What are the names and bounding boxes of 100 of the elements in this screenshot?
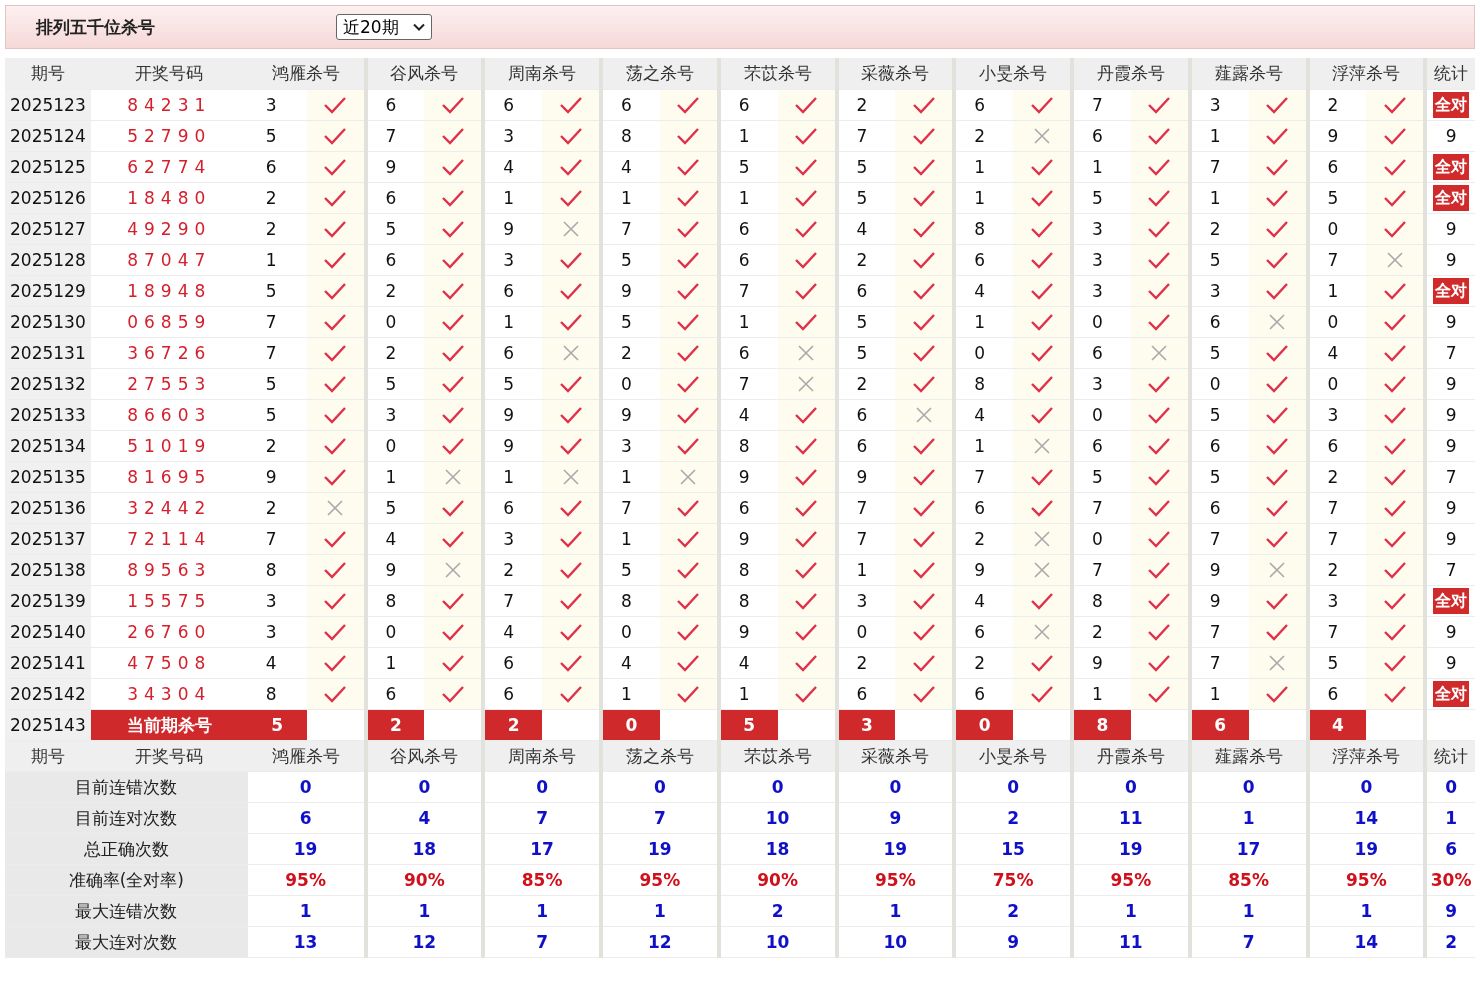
summary-value: 7 xyxy=(601,802,719,833)
summary-value: 85% xyxy=(483,864,601,895)
summary-value: 75% xyxy=(954,864,1072,895)
kill-number: 2 xyxy=(954,523,1014,554)
summary-value: 1 xyxy=(247,895,366,926)
page-title: 排列五千位杀号 xyxy=(36,15,156,39)
kill-number: 3 xyxy=(247,89,307,120)
kill-number: 2 xyxy=(247,182,307,213)
summary-value: 12 xyxy=(365,926,484,957)
column-header: 采薇杀号 xyxy=(836,58,955,89)
summary-value: 30% xyxy=(1425,864,1475,895)
kill-number: 5 xyxy=(483,368,543,399)
period-cell: 2025125 xyxy=(5,151,91,182)
summary-value: 0 xyxy=(247,771,366,802)
column-header: 周南杀号 xyxy=(483,58,601,89)
draw-number: 86603 xyxy=(90,399,248,430)
summary-value: 9 xyxy=(836,802,955,833)
summary-value: 19 xyxy=(1307,833,1426,864)
stat-count: 9 xyxy=(1445,218,1457,239)
kill-number: 3 xyxy=(483,523,543,554)
column-header: 浮萍杀号 xyxy=(1307,740,1426,771)
kill-number: 5 xyxy=(1072,182,1131,213)
summary-value: 1 xyxy=(1425,802,1475,833)
draw-number: 49290 xyxy=(90,213,248,244)
column-header: 开奖号码 xyxy=(90,58,248,89)
all-correct-badge: 全对 xyxy=(1433,153,1470,180)
column-header: 统计 xyxy=(1425,740,1475,771)
current-kill-number: 2 xyxy=(483,709,543,740)
draw-number: 26760 xyxy=(90,616,248,647)
stat-count: 9 xyxy=(1445,373,1457,394)
summary-value: 2 xyxy=(718,895,837,926)
column-header: 芣苡杀号 xyxy=(718,740,837,771)
stat-count: 9 xyxy=(1445,311,1457,332)
stat-count: 9 xyxy=(1445,621,1457,642)
kill-number: 2 xyxy=(247,492,307,523)
kill-number: 4 xyxy=(954,585,1014,616)
summary-value: 90% xyxy=(718,864,837,895)
kill-number: 9 xyxy=(1072,647,1131,678)
kill-number: 1 xyxy=(601,182,660,213)
kill-number: 7 xyxy=(247,306,307,337)
kill-number: 0 xyxy=(1072,523,1131,554)
kill-number: 2 xyxy=(1072,616,1131,647)
summary-value: 19 xyxy=(1072,833,1190,864)
stat-count: 7 xyxy=(1445,559,1457,580)
draw-number: 36726 xyxy=(90,337,248,368)
kill-number: 7 xyxy=(483,585,543,616)
all-correct-badge: 全对 xyxy=(1433,277,1470,304)
current-kill-number: 0 xyxy=(601,709,660,740)
column-header: 薤露杀号 xyxy=(1189,740,1308,771)
summary-value: 10 xyxy=(718,926,837,957)
kill-number: 3 xyxy=(601,430,660,461)
stat-count: 7 xyxy=(1445,342,1457,363)
summary-value: 85% xyxy=(1189,864,1308,895)
summary-value: 10 xyxy=(836,926,955,957)
summary-value: 1 xyxy=(601,895,719,926)
column-header: 芣苡杀号 xyxy=(718,58,837,89)
draw-number: 62774 xyxy=(90,151,248,182)
summary-value: 0 xyxy=(1425,771,1475,802)
period-cell: 2025136 xyxy=(5,492,91,523)
summary-value: 0 xyxy=(365,771,484,802)
summary-value: 0 xyxy=(954,771,1072,802)
kill-number: 1 xyxy=(1072,678,1131,709)
column-header: 鸿雁杀号 xyxy=(247,740,366,771)
kill-number: 3 xyxy=(1072,244,1131,275)
caret-icon xyxy=(412,23,425,31)
column-header: 采薇杀号 xyxy=(836,740,955,771)
kill-number: 5 xyxy=(601,306,660,337)
current-label: 当前期杀号 xyxy=(90,709,248,740)
summary-value: 95% xyxy=(1072,864,1190,895)
kill-number: 5 xyxy=(247,399,307,430)
kill-number: 6 xyxy=(954,678,1014,709)
kill-number: 1 xyxy=(954,306,1014,337)
stat-count: 9 xyxy=(1445,435,1457,456)
summary-label: 最大连对次数 xyxy=(5,926,248,957)
summary-value: 2 xyxy=(954,895,1072,926)
kill-number: 3 xyxy=(1072,213,1131,244)
summary-value: 7 xyxy=(1189,926,1308,957)
summary-value: 11 xyxy=(1072,926,1190,957)
kill-number: 0 xyxy=(601,616,660,647)
current-kill-number: 8 xyxy=(1072,709,1131,740)
kill-number: 4 xyxy=(483,616,543,647)
kill-number: 5 xyxy=(247,275,307,306)
summary-value: 0 xyxy=(1189,771,1308,802)
summary-value: 0 xyxy=(836,771,955,802)
kill-number: 7 xyxy=(601,492,660,523)
summary-label: 目前连错次数 xyxy=(5,771,248,802)
period-cell: 2025138 xyxy=(5,554,91,585)
kill-number: 3 xyxy=(483,244,543,275)
kill-number: 5 xyxy=(601,554,660,585)
period-select[interactable]: 近20期 xyxy=(336,14,432,40)
kill-number: 8 xyxy=(247,678,307,709)
kill-number: 1 xyxy=(601,678,660,709)
column-header: 期号 xyxy=(5,58,91,89)
summary-value: 17 xyxy=(483,833,601,864)
summary-value: 14 xyxy=(1307,802,1426,833)
summary-value: 95% xyxy=(247,864,366,895)
period-cell: 2025124 xyxy=(5,120,91,151)
summary-value: 0 xyxy=(1072,771,1190,802)
stat-count: 9 xyxy=(1445,528,1457,549)
period-cell: 2025128 xyxy=(5,244,91,275)
